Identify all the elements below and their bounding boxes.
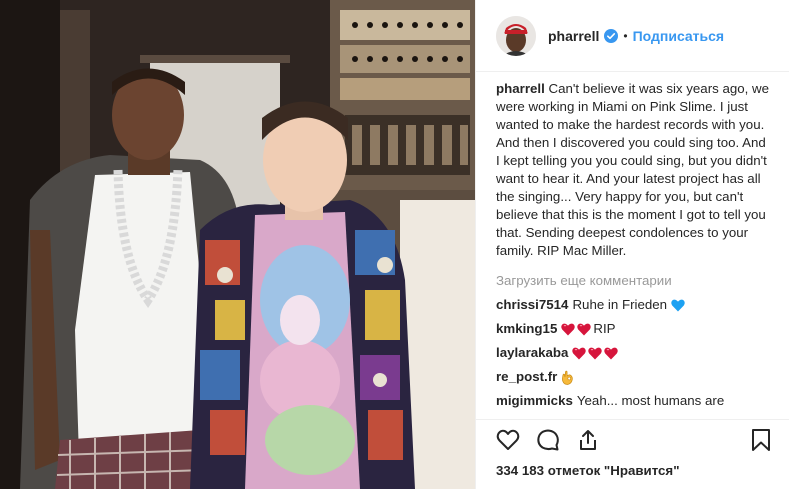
comment-item: chrissi7514 Ruhe in Frieden bbox=[496, 296, 773, 314]
comment-user[interactable]: migimmicks bbox=[496, 392, 573, 410]
comment-item: kmking15 RIP bbox=[496, 320, 773, 338]
comment-text: Yeah... most humans are bbox=[576, 393, 725, 408]
avatar[interactable] bbox=[496, 15, 536, 56]
username-link[interactable]: pharrell bbox=[548, 28, 599, 44]
like-heart-icon[interactable] bbox=[496, 428, 520, 452]
comment-user[interactable]: chrissi7514 bbox=[496, 296, 568, 314]
red-heart-icon bbox=[604, 347, 619, 360]
caption-text: Can't believe it was six years ago, we w… bbox=[496, 81, 770, 258]
blue-heart-icon bbox=[671, 299, 685, 312]
red-heart-icon bbox=[577, 323, 592, 336]
comment-user[interactable]: kmking15 bbox=[496, 320, 557, 338]
header-text: pharrell • Подписаться bbox=[548, 28, 724, 44]
comment-item: re_post.fr bbox=[496, 368, 773, 386]
post-sidebar: pharrell • Подписаться pharrell Can't be… bbox=[475, 0, 789, 489]
instagram-post: pharrell • Подписаться pharrell Can't be… bbox=[0, 0, 789, 489]
bookmark-save-icon[interactable] bbox=[749, 428, 773, 452]
post-actions: 334 183 отметок "Нравится" bbox=[476, 419, 789, 489]
comment-text: Ruhe in Frieden bbox=[572, 297, 668, 312]
comment-user[interactable]: laylarakaba bbox=[496, 344, 568, 362]
separator-dot: • bbox=[623, 28, 628, 43]
post-header: pharrell • Подписаться bbox=[476, 0, 789, 72]
caption: pharrell Can't believe it was six years … bbox=[496, 80, 773, 260]
avatar-image bbox=[496, 15, 536, 56]
verified-badge-icon bbox=[604, 28, 619, 43]
comment-bubble-icon[interactable] bbox=[536, 428, 560, 452]
follow-button[interactable]: Подписаться bbox=[633, 28, 725, 44]
share-upload-icon[interactable] bbox=[576, 428, 600, 452]
action-icons bbox=[496, 420, 773, 460]
likes-count[interactable]: 334 183 отметок "Нравится" bbox=[496, 463, 773, 478]
studio-photo-illustration bbox=[0, 0, 475, 489]
ok-hand-icon bbox=[561, 370, 574, 385]
red-heart-icon bbox=[572, 347, 587, 360]
load-more-comments-button[interactable]: Загрузить еще комментарии bbox=[496, 272, 773, 290]
caption-author[interactable]: pharrell bbox=[496, 81, 545, 96]
red-heart-icon bbox=[561, 323, 576, 336]
post-photo[interactable] bbox=[0, 0, 475, 489]
comment-text: RIP bbox=[593, 321, 616, 336]
comment-item: laylarakaba bbox=[496, 344, 773, 362]
comment-item: migimmicks Yeah... most humans are bbox=[496, 392, 773, 410]
comment-user[interactable]: re_post.fr bbox=[496, 368, 557, 386]
comments-list[interactable]: pharrell Can't believe it was six years … bbox=[476, 72, 789, 419]
red-heart-icon bbox=[588, 347, 603, 360]
